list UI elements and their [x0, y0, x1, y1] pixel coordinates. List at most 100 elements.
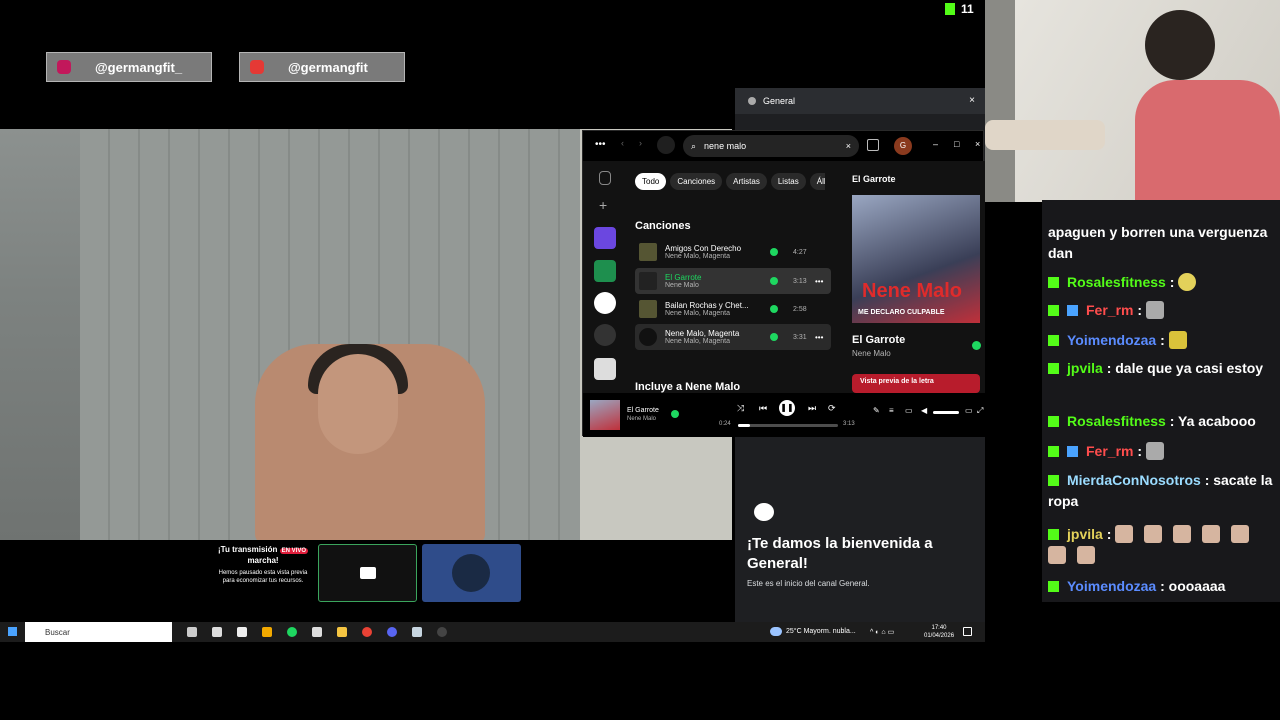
discord-channel-name: General	[763, 96, 796, 106]
avatar	[452, 554, 490, 592]
filter-canciones[interactable]: Canciones	[670, 173, 723, 190]
avatar[interactable]: G	[894, 137, 912, 155]
file-explorer-icon[interactable]	[337, 627, 347, 637]
device-icon[interactable]: ▭	[905, 406, 913, 415]
chat-message: Fer_rm :	[1048, 441, 1276, 462]
chrome-icon[interactable]	[362, 627, 372, 637]
kick-badge-icon	[1048, 446, 1059, 457]
player-artist[interactable]: Nene Malo	[627, 416, 656, 422]
song-row[interactable]: Bailan Rochas y Chet... Nene Malo, Magent…	[635, 296, 831, 322]
emote-icon	[1144, 525, 1163, 543]
more-icon[interactable]: •••	[815, 333, 823, 342]
spotify-search-input[interactable]: ⌕ nene malo ×	[683, 135, 859, 157]
album-art: Nene Malo ME DECLARO CULPABLE	[852, 195, 980, 323]
emote-icon	[1173, 525, 1192, 543]
notification-icon[interactable]	[963, 627, 972, 636]
saved-check-icon[interactable]	[671, 410, 679, 418]
filter-albums[interactable]: Álbu	[809, 173, 825, 190]
browse-icon[interactable]	[867, 139, 879, 151]
chat-message: MierdaConNosotros : sacate la ropa	[1048, 472, 1273, 509]
add-icon[interactable]: +	[599, 197, 607, 213]
task-view-icon[interactable]	[187, 627, 197, 637]
track-artist[interactable]: Nene Malo	[852, 349, 891, 358]
filter-todo[interactable]: Todo	[635, 173, 667, 190]
maximize-button[interactable]: □	[954, 139, 959, 149]
more-icon[interactable]: •••	[815, 277, 823, 286]
spotify-window: ••• ‹ › ⌕ nene malo × G – □ × + Todo Canc…	[582, 130, 985, 437]
kick-badge-icon	[1048, 335, 1059, 346]
app-icon[interactable]	[312, 627, 322, 637]
track-title: El Garrote	[852, 334, 906, 346]
spotify-taskbar-icon[interactable]	[287, 627, 297, 637]
volume-slider[interactable]	[933, 411, 959, 414]
minimize-button[interactable]: –	[933, 139, 938, 149]
pause-button[interactable]: ❚❚	[779, 400, 795, 416]
song-row[interactable]: Amigos Con Derecho Nene Malo, Magenta 4:2…	[635, 239, 831, 265]
kick-badge-icon	[1048, 581, 1059, 592]
saved-check-icon	[770, 333, 778, 341]
saved-check-icon	[770, 277, 778, 285]
kick-badge-icon	[1048, 363, 1059, 374]
player-album-thumb[interactable]	[590, 400, 620, 430]
instagram-icon	[57, 60, 71, 74]
chat-message: Fer_rm :	[1048, 300, 1276, 321]
progress-bar[interactable]	[738, 424, 838, 427]
lyrics-preview-button[interactable]: Vista previa de la letra	[852, 374, 980, 393]
taskbar-search[interactable]: Buscar	[25, 622, 172, 642]
instagram-handle: @germangfit_	[95, 59, 183, 75]
song-row-hover[interactable]: Nene Malo, Magenta Nene Malo, Magenta 3:3…	[635, 324, 831, 350]
store-icon[interactable]	[212, 627, 222, 637]
liked-songs-icon[interactable]	[594, 227, 616, 249]
steam-icon[interactable]	[412, 627, 422, 637]
library-icon[interactable]	[599, 171, 611, 185]
previous-icon[interactable]: ⏮	[759, 403, 767, 414]
filter-listas[interactable]: Listas	[770, 173, 806, 190]
discord-close-button[interactable]: ×	[969, 95, 975, 106]
clock[interactable]: 17:40 01/04/2026	[924, 624, 954, 640]
repeat-icon[interactable]: ⟳	[828, 403, 836, 414]
miniplayer-icon[interactable]: ▭	[965, 406, 973, 415]
menu-icon[interactable]: •••	[595, 139, 606, 150]
kick-icon	[945, 3, 955, 15]
next-icon[interactable]: ⏭	[808, 403, 816, 414]
volume-icon[interactable]: ◀	[921, 406, 927, 415]
song-row-active[interactable]: El Garrote Nene Malo 3:13 •••	[635, 268, 831, 294]
forward-icon[interactable]: ›	[639, 138, 642, 148]
songs-heading: Canciones	[635, 220, 691, 232]
tray-icons[interactable]: ^ ◐ ⌂ ▭	[870, 628, 894, 636]
clear-search-icon[interactable]: ×	[846, 141, 851, 151]
camera-preview-tile[interactable]	[318, 544, 417, 602]
windows-app-icon[interactable]	[262, 627, 272, 637]
player-bar: El Garrote Nene Malo ⤨ ⏮ ❚❚ ⏭ ⟳ 0:24 3:1…	[583, 393, 985, 437]
saved-episodes-icon[interactable]	[594, 260, 616, 282]
close-button[interactable]: ×	[975, 139, 980, 149]
chat-message: Yoimendozaa :	[1048, 330, 1276, 351]
start-icon[interactable]	[8, 627, 17, 636]
saved-check-icon[interactable]	[972, 341, 981, 350]
emote-icon	[1202, 525, 1221, 543]
elapsed-time: 0:24	[719, 421, 731, 427]
back-icon[interactable]: ‹	[621, 138, 624, 148]
youtube-handle: @germangfit	[288, 59, 368, 75]
user-preview-tile[interactable]	[422, 544, 521, 602]
lyrics-icon[interactable]: ✎	[873, 406, 880, 415]
kick-badge-icon	[1048, 475, 1059, 486]
player-title[interactable]: El Garrote	[627, 407, 659, 414]
obs-icon[interactable]	[437, 627, 447, 637]
emote-icon	[1115, 525, 1134, 543]
playlist-icon[interactable]	[594, 324, 616, 346]
youtube-app-icon[interactable]	[237, 627, 247, 637]
fullscreen-icon[interactable]: ⤢	[977, 406, 983, 416]
emote-icon	[1048, 546, 1066, 564]
chat-message: apaguen y borren una verguenza dan	[1048, 224, 1268, 261]
filter-artistas[interactable]: Artistas	[726, 173, 767, 190]
discord-taskbar-icon[interactable]	[387, 627, 397, 637]
weather-text[interactable]: 25°C Mayorm. nubla...	[786, 628, 856, 635]
emote-icon	[1231, 525, 1250, 543]
shuffle-icon[interactable]: ⤨	[737, 403, 744, 414]
channel-icon	[748, 97, 756, 105]
queue-icon[interactable]: ≡	[889, 406, 894, 415]
artist-icon[interactable]	[594, 292, 616, 314]
playlist-icon-2[interactable]	[594, 358, 616, 380]
home-icon[interactable]	[657, 136, 675, 154]
